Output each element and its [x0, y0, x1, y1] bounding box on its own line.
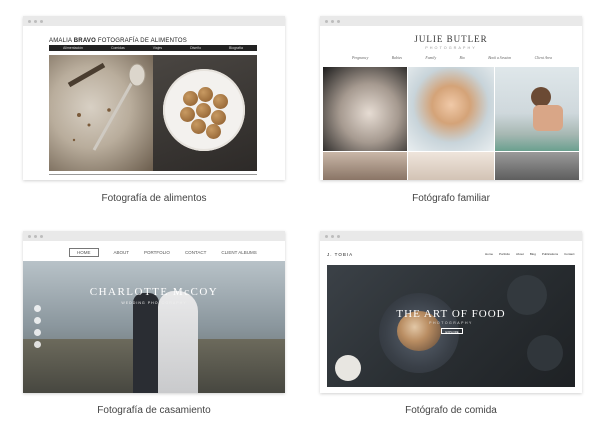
- browser-chrome: [320, 231, 582, 241]
- browser-chrome: [320, 16, 582, 26]
- preview-menu-item-active: HOME: [69, 248, 99, 257]
- preview-menu-item: Home: [485, 252, 494, 256]
- preview-menu-item: CONTACT: [184, 250, 207, 255]
- preview-menu-item: Blog: [529, 252, 536, 256]
- groom-figure: [133, 293, 159, 393]
- preview-menu-item: PORTFOLIO: [144, 250, 170, 255]
- food-item-icon: [191, 119, 206, 134]
- food-item-icon: [213, 94, 228, 109]
- preview-menu-item: Family: [425, 56, 437, 60]
- preview-menu-item: Diseño: [190, 46, 202, 50]
- preview-menu: Home Portfolio About Blog Publications C…: [485, 252, 574, 256]
- window-dot-icon: [34, 234, 37, 238]
- food-hero-photo: [327, 265, 575, 387]
- preview-title: THE ART OF FOOD: [396, 308, 506, 320]
- preview-menu-item: Book a Session: [488, 56, 512, 60]
- window-dot-icon: [331, 19, 334, 23]
- preview-menu-item: Viajes: [152, 46, 163, 50]
- window-dot-icon: [40, 234, 43, 238]
- window-dot-icon: [40, 19, 43, 23]
- template-caption[interactable]: Fotografía de alimentos: [23, 193, 285, 204]
- preview-logo: J. TOBIA: [327, 252, 354, 257]
- preview-subtitle: PHOTOGRAPHY: [425, 46, 477, 50]
- plate-icon: [163, 69, 245, 151]
- window-dot-icon: [325, 19, 328, 23]
- slider-dot-icon[interactable]: [34, 329, 41, 336]
- preview-title: CHARLOTTE McCOY: [89, 286, 219, 298]
- template-preview[interactable]: J. TOBIA Home Portfolio About Blog Publi…: [320, 231, 582, 393]
- template-caption[interactable]: Fotógrafo familiar: [320, 193, 582, 204]
- window-dot-icon: [28, 234, 31, 238]
- preview-menu-item: Portfolio: [499, 252, 511, 256]
- spoon-icon: [67, 62, 146, 151]
- template-preview[interactable]: HOME ABOUT PORTFOLIO CONTACT CLIENT ALBU…: [23, 231, 285, 393]
- preview-menu-item: ABOUT: [113, 250, 130, 255]
- spoon-photo: [49, 55, 153, 171]
- food-item-icon: [198, 87, 213, 102]
- cup-icon: [335, 355, 361, 381]
- slider-dot-icon[interactable]: [34, 317, 41, 324]
- window-dot-icon: [337, 234, 340, 238]
- template-caption[interactable]: Fotógrafo de comida: [320, 405, 582, 416]
- preview-menu-item: About: [516, 252, 524, 256]
- preview-menu-item: Alimentación: [62, 46, 84, 50]
- preview-menu-item: Comidas: [110, 46, 125, 50]
- window-dot-icon: [325, 234, 328, 238]
- preview-tagline: FOTOGRAFÍA DE ALIMENTOS: [97, 38, 187, 44]
- window-dot-icon: [331, 234, 334, 238]
- template-preview[interactable]: JULIE BUTLER PHOTOGRAPHY Pregnancy Babie…: [320, 16, 582, 180]
- window-dot-icon: [28, 19, 31, 23]
- preview-title: JULIE BUTLER: [414, 34, 488, 44]
- template-caption[interactable]: Fotografía de casamiento: [23, 405, 285, 416]
- preview-menu-item: Pregnancy: [352, 56, 369, 60]
- family-photo: [495, 152, 579, 180]
- preview-name: AMALIA: [49, 38, 72, 44]
- preview-menu-item: Contact: [564, 252, 575, 256]
- food-item-icon: [211, 110, 226, 125]
- preview-name-bold: BRAVO: [73, 38, 96, 44]
- family-photo: [323, 152, 407, 180]
- browser-chrome: [23, 16, 285, 26]
- preview-menu-item: Babies: [391, 56, 403, 60]
- food-item-icon: [196, 103, 211, 118]
- preview-menu-item: Bio: [459, 56, 465, 60]
- food-item-icon: [183, 91, 198, 106]
- preview-subtitle: PHOTOGRAPHY: [429, 321, 473, 325]
- slider-dot-icon[interactable]: [34, 305, 41, 312]
- window-dot-icon: [337, 19, 340, 23]
- plate-photo: [153, 55, 257, 171]
- food-item-icon: [206, 124, 221, 139]
- window-dot-icon: [34, 19, 37, 23]
- browser-chrome: [23, 231, 285, 241]
- bride-figure: [158, 291, 198, 393]
- preview-menu-item: Biografía: [228, 46, 243, 50]
- child-reading-photo: [495, 67, 579, 151]
- preview-menu: Pregnancy Babies Family Bio Book a Sessi…: [352, 56, 552, 60]
- preview-header: AMALIA BRAVO FOTOGRAFÍA DE ALIMENTOS: [49, 38, 187, 44]
- template-preview[interactable]: AMALIA BRAVO FOTOGRAFÍA DE ALIMENTOS Ali…: [23, 16, 285, 180]
- preview-menu: Alimentación Comidas Viajes Diseño Biogr…: [49, 45, 257, 51]
- child-portrait-photo: [408, 67, 494, 151]
- explore-button: EXPLORE: [441, 328, 463, 334]
- preview-menu: HOME ABOUT PORTFOLIO CONTACT CLIENT ALBU…: [69, 248, 257, 257]
- preview-menu-item: Client Area: [534, 56, 552, 60]
- preview-subtitle: WEDDING PHOTOGRAPHY: [121, 301, 187, 305]
- preview-divider: [49, 174, 257, 175]
- preview-menu-item: Publications: [541, 252, 559, 256]
- preview-menu-item: CLIENT ALBUMS: [221, 250, 257, 255]
- family-photo: [408, 152, 494, 180]
- baby-sleeping-photo: [323, 67, 407, 151]
- slider-dot-icon[interactable]: [34, 341, 41, 348]
- wedding-hero-photo: [23, 261, 285, 393]
